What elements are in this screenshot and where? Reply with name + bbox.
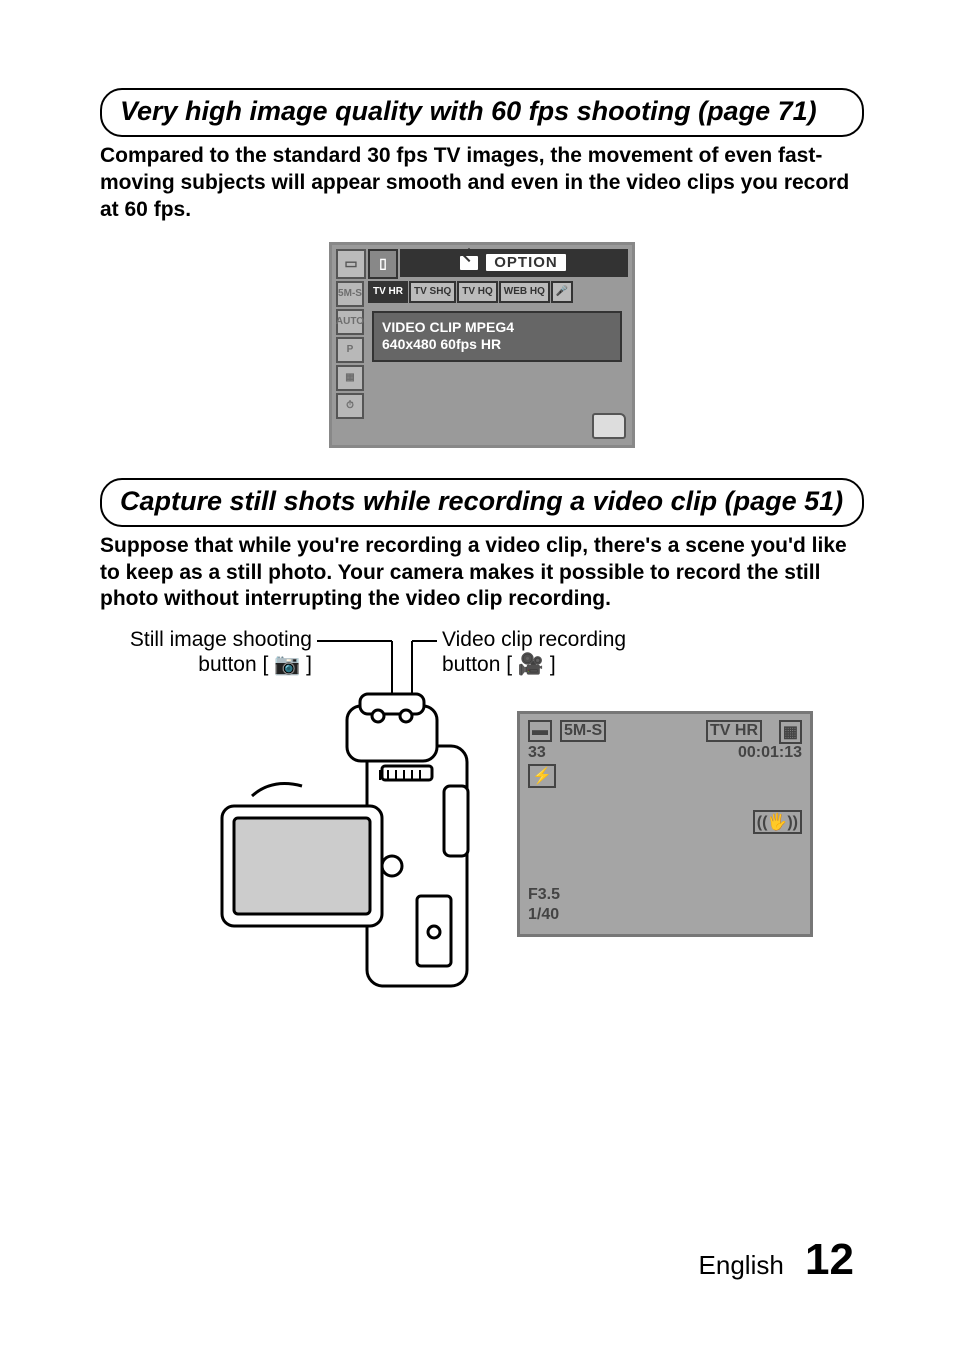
menu-message: VIDEO CLIP MPEG4 640x480 60fps HR [372, 311, 622, 362]
menu-message-line1: VIDEO CLIP MPEG4 [382, 319, 612, 337]
camera-illustration [192, 686, 512, 1006]
recording-osd: ▬ 5M-S 33 ⚡ TV HR ▦ 00:01:13 ((🖐)) F3.5 … [517, 711, 813, 937]
menu-tab-option: OPTION [400, 249, 628, 277]
camera-diagram: Still image shootingbutton [ 📷 ] Video c… [102, 631, 862, 1011]
section-heading-2: Capture still shots while recording a vi… [100, 478, 864, 527]
card-icon [592, 413, 626, 439]
side-item-2: P [336, 337, 364, 363]
mode-chip-3: WEB HQ [499, 281, 550, 303]
mode-chip-4: 🎤 [551, 281, 573, 303]
wrench-icon [460, 256, 478, 270]
section-body-2: Suppose that while you're recording a vi… [100, 533, 864, 614]
osd-card-icon: ▬ [528, 720, 552, 742]
camera-menu-screenshot: ▭ ▯ OPTION 5M-S AUTO P ▦ ⏱ TV HR TV SHQ … [329, 242, 635, 448]
page-footer: English 12 [699, 1235, 854, 1285]
section-heading-1: Very high image quality with 60 fps shoo… [100, 88, 864, 137]
osd-time: 00:01:13 [738, 744, 802, 762]
mode-chip-0: TV HR [368, 281, 408, 303]
osd-count: 33 [528, 744, 546, 762]
menu-tab-1: ▭ [336, 249, 366, 279]
osd-mode: 5M-S [560, 720, 606, 742]
osd-aperture: F3.5 [528, 886, 560, 904]
menu-message-line2: 640x480 60fps HR [382, 336, 612, 354]
osd-tvhr: TV HR [706, 720, 762, 742]
osd-stabilizer-icon: ((🖐)) [753, 810, 802, 834]
osd-battery-icon: ▦ [779, 720, 802, 744]
side-item-3: ▦ [336, 365, 364, 391]
section-body-1: Compared to the standard 30 fps TV image… [100, 143, 864, 224]
osd-shutter: 1/40 [528, 906, 559, 924]
footer-page-number: 12 [805, 1235, 854, 1284]
mode-chip-1: TV SHQ [409, 281, 456, 303]
side-item-1: AUTO [336, 309, 364, 335]
osd-flash-icon: ⚡ [528, 764, 556, 788]
side-item-4: ⏱ [336, 393, 364, 419]
option-label: OPTION [484, 252, 568, 273]
mode-chip-2: TV HQ [457, 281, 498, 303]
footer-language: English [699, 1250, 784, 1280]
menu-tab-2: ▯ [368, 249, 398, 279]
side-item-0: 5M-S [336, 281, 364, 307]
